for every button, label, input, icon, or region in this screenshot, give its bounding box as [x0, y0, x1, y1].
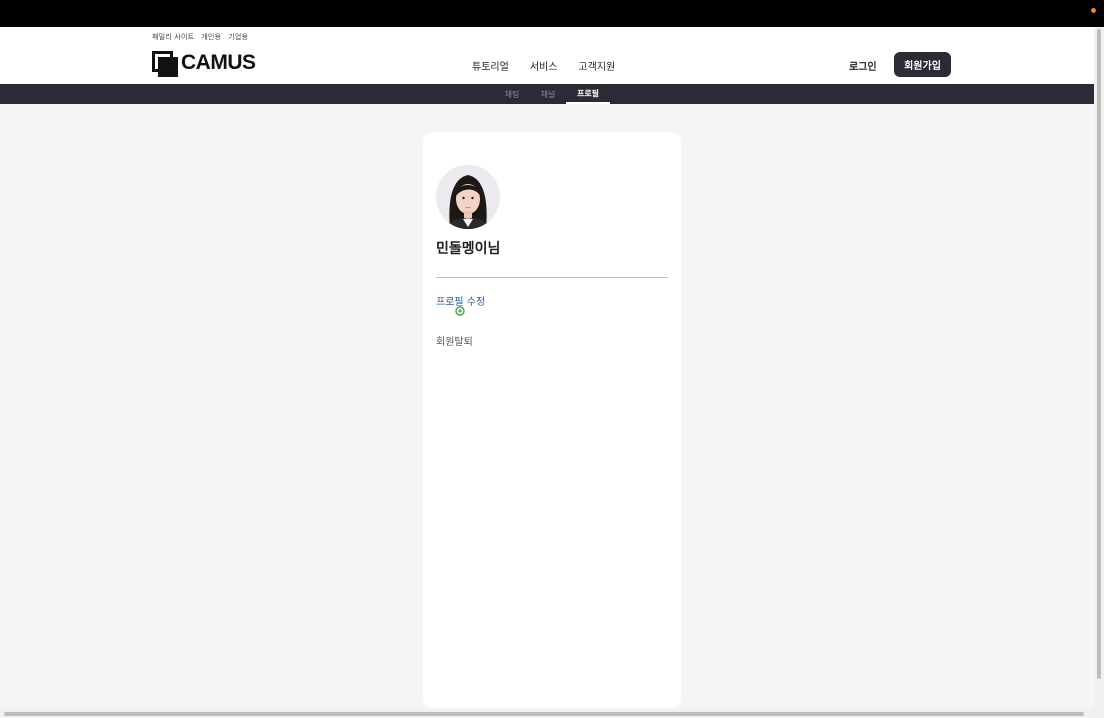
signup-button[interactable]: 회원가입: [894, 52, 951, 77]
status-indicator-icon: [1091, 8, 1096, 13]
vertical-scrollbar-thumb[interactable]: [1097, 29, 1101, 679]
site-header: 패밀리 사이트 개인용 기업용 CAMUS 튜토리얼 서비스 고객지원 로그인 …: [0, 27, 1094, 84]
horizontal-scrollbar[interactable]: [0, 709, 1094, 718]
personal-link[interactable]: 개인용: [201, 32, 221, 42]
sub-nav: 채팅 채널 프로필: [0, 84, 1094, 104]
logo[interactable]: CAMUS: [152, 51, 256, 77]
profile-name: 민돌멩이님: [436, 241, 501, 257]
tab-profile[interactable]: 프로필: [566, 84, 610, 104]
avatar: [436, 165, 500, 229]
main-nav: 튜토리얼 서비스 고객지원: [472, 58, 615, 73]
family-site-links: 패밀리 사이트 개인용 기업용: [152, 32, 248, 42]
family-site-link[interactable]: 패밀리 사이트: [152, 32, 194, 42]
camus-logo-icon: [152, 51, 178, 77]
business-link[interactable]: 기업용: [228, 32, 248, 42]
logo-text: CAMUS: [181, 51, 256, 74]
vertical-scrollbar[interactable]: [1094, 27, 1104, 718]
browser-top-bar: [0, 0, 1104, 27]
login-link[interactable]: 로그인: [849, 58, 877, 73]
withdraw-link[interactable]: 회원탈퇴: [436, 333, 473, 348]
mouse-cursor-icon: [455, 301, 465, 316]
horizontal-scrollbar-thumb[interactable]: [4, 712, 1084, 716]
nav-support[interactable]: 고객지원: [578, 58, 615, 73]
divider: [436, 277, 668, 278]
nav-tutorial[interactable]: 튜토리얼: [472, 58, 509, 73]
avatar-image: [436, 165, 500, 229]
profile-card: 민돌멩이님 프로필 수정 회원탈퇴: [423, 132, 681, 708]
tab-chat[interactable]: 채팅: [500, 84, 524, 104]
tab-channel[interactable]: 채널: [536, 84, 560, 104]
nav-service[interactable]: 서비스: [530, 58, 558, 73]
